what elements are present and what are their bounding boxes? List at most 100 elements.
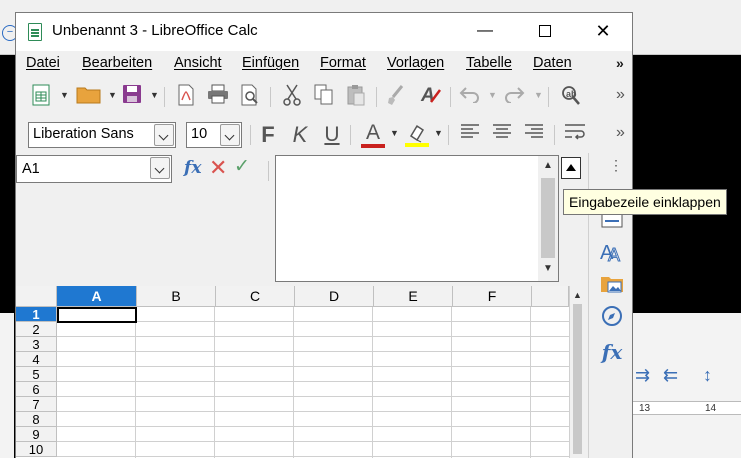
wrap-text-button[interactable] — [562, 122, 588, 148]
menu-tabelle[interactable]: Tabelle — [466, 55, 512, 71]
close-button[interactable]: ✕ — [580, 13, 626, 51]
formatting-toolbar: Liberation Sans 10 F K U A ▼ ▼ » — [16, 117, 632, 153]
formatting-toolbar-overflow-button[interactable]: » — [616, 124, 625, 142]
accept-input-icon[interactable]: ✓ — [234, 155, 250, 178]
font-name-dropdown-arrow[interactable] — [154, 124, 174, 146]
save-button[interactable] — [120, 84, 144, 110]
font-color-button[interactable]: A — [358, 122, 388, 148]
align-left-button[interactable] — [458, 122, 482, 148]
row-header-10[interactable]: 10 — [16, 442, 57, 457]
menu-einfuegen[interactable]: Einfügen — [242, 55, 299, 71]
underline-button[interactable]: U — [320, 122, 344, 148]
export-pdf-button[interactable] — [174, 84, 198, 110]
minimize-button[interactable]: — — [462, 13, 508, 51]
redo-button[interactable] — [502, 84, 526, 110]
row-header-3[interactable]: 3 — [16, 337, 57, 352]
print-button[interactable] — [206, 84, 230, 110]
menu-vorlagen[interactable]: Vorlagen — [387, 55, 444, 71]
sidebar-styles-button[interactable]: AA — [599, 239, 625, 266]
font-name-select[interactable]: Liberation Sans — [28, 122, 176, 148]
formula-input-scrollbar[interactable]: ▲ ▼ — [538, 156, 558, 281]
formula-scrollbar-thumb[interactable] — [541, 178, 555, 258]
column-header-c[interactable]: C — [216, 286, 295, 307]
menu-bearbeiten[interactable]: Bearbeiten — [82, 55, 152, 71]
row-header-8[interactable]: 8 — [16, 412, 57, 427]
open-dropdown-arrow[interactable]: ▼ — [108, 90, 117, 100]
print-preview-button[interactable] — [238, 84, 262, 110]
row-header-7[interactable]: 7 — [16, 397, 57, 412]
font-size-dropdown-arrow[interactable] — [220, 124, 240, 146]
sidebar-gallery-button[interactable] — [599, 271, 625, 297]
function-wizard-button[interactable]: fx — [184, 158, 201, 178]
highlight-dropdown-arrow[interactable]: ▼ — [434, 128, 443, 138]
scroll-down-icon[interactable]: ▼ — [543, 263, 553, 274]
menu-bar: Datei Bearbeiten Ansicht Einfügen Format… — [16, 51, 632, 77]
scroll-up-icon[interactable]: ▲ — [543, 160, 553, 171]
open-button[interactable] — [74, 84, 104, 110]
font-name-value: Liberation Sans — [33, 126, 134, 142]
italic-button[interactable]: K — [288, 122, 312, 148]
name-box-dropdown-arrow[interactable] — [150, 157, 170, 179]
print-preview-icon — [241, 84, 258, 106]
undo-button[interactable] — [458, 84, 482, 110]
clear-formatting-button[interactable]: A — [418, 84, 444, 110]
vertical-scrollbar-thumb[interactable] — [573, 304, 582, 454]
menu-format[interactable]: Format — [320, 55, 366, 71]
bold-button[interactable]: F — [256, 122, 280, 148]
copy-button[interactable] — [312, 84, 336, 110]
scroll-up-icon[interactable]: ▲ — [573, 290, 582, 300]
collapse-formula-bar-button[interactable] — [561, 157, 581, 179]
spreadsheet-grid[interactable]: A B C D E F 1 2 3 4 5 6 7 8 9 10 ▲ — [16, 286, 584, 458]
align-center-button[interactable] — [490, 122, 514, 148]
clone-formatting-button[interactable] — [384, 84, 408, 110]
maximize-button[interactable] — [522, 13, 568, 51]
menu-overflow-button[interactable]: » — [616, 55, 624, 71]
column-header-a[interactable]: A — [57, 286, 137, 307]
name-box[interactable]: A1 — [16, 155, 172, 183]
toolbar-separator — [450, 87, 451, 107]
title-bar[interactable]: Unbenannt 3 - LibreOffice Calc — ✕ — [16, 13, 632, 51]
align-right-button[interactable] — [522, 122, 546, 148]
row-header-4[interactable]: 4 — [16, 352, 57, 367]
undo-dropdown-arrow[interactable]: ▼ — [488, 90, 497, 100]
new-document-button[interactable] — [30, 84, 52, 110]
printer-icon — [208, 84, 228, 104]
font-size-select[interactable]: 10 — [186, 122, 242, 148]
column-header-b[interactable]: B — [137, 286, 216, 307]
font-color-dropdown-arrow[interactable]: ▼ — [390, 128, 399, 138]
menu-daten[interactable]: Daten — [533, 55, 572, 71]
row-header-6[interactable]: 6 — [16, 382, 57, 397]
column-header-g[interactable] — [532, 286, 569, 307]
align-center-icon — [493, 124, 511, 138]
new-dropdown-arrow[interactable]: ▼ — [60, 90, 69, 100]
row-header-2[interactable]: 2 — [16, 322, 57, 337]
column-header-f[interactable]: F — [453, 286, 532, 307]
cancel-input-icon[interactable]: ✕ — [209, 155, 227, 181]
row-header-5[interactable]: 5 — [16, 367, 57, 382]
font-size-value: 10 — [191, 126, 208, 142]
standard-toolbar: ▼ ▼ ▼ A ▼ ▼ ab » — [16, 79, 632, 115]
selected-cell-cursor[interactable] — [57, 307, 137, 323]
column-header-e[interactable]: E — [374, 286, 453, 307]
sidebar-menu-icon[interactable]: ⋮ — [609, 158, 623, 172]
find-replace-button[interactable]: ab — [558, 84, 584, 110]
cell-area[interactable] — [57, 307, 569, 458]
name-box-value: A1 — [22, 161, 40, 177]
menu-datei[interactable]: Datei — [26, 55, 60, 71]
vertical-scrollbar[interactable]: ▲ — [569, 286, 584, 458]
sidebar-functions-button[interactable]: fx — [599, 339, 625, 365]
font-color-swatch — [361, 144, 385, 148]
row-header-9[interactable]: 9 — [16, 427, 57, 442]
formula-input[interactable]: ▲ ▼ — [275, 155, 559, 282]
cut-button[interactable] — [280, 84, 304, 110]
sidebar-navigator-button[interactable] — [599, 305, 625, 331]
save-dropdown-arrow[interactable]: ▼ — [150, 90, 159, 100]
redo-dropdown-arrow[interactable]: ▼ — [534, 90, 543, 100]
paste-button[interactable] — [344, 84, 368, 110]
menu-ansicht[interactable]: Ansicht — [174, 55, 222, 71]
row-header-1[interactable]: 1 — [16, 307, 57, 322]
select-all-corner[interactable] — [16, 286, 57, 307]
standard-toolbar-overflow-button[interactable]: » — [616, 86, 625, 104]
highlight-color-button[interactable] — [402, 122, 432, 148]
column-header-d[interactable]: D — [295, 286, 374, 307]
